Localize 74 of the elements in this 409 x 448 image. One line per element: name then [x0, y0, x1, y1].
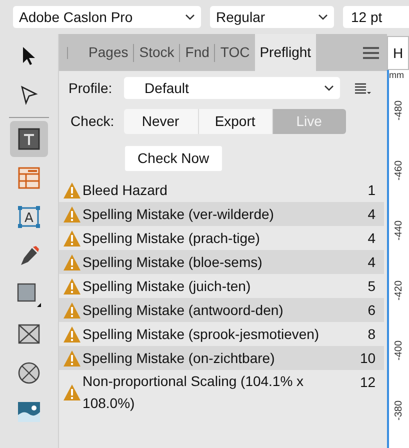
warning-icon: [62, 384, 81, 400]
issue-text: Bleed Hazard: [82, 181, 168, 200]
warning-icon: [62, 230, 81, 246]
issue-count: 5: [368, 277, 376, 296]
issue-row[interactable]: Spelling Mistake (on-zichtbare) 10: [58, 346, 384, 370]
list-options-icon[interactable]: [354, 82, 371, 94]
issue-count: 6: [368, 301, 376, 320]
issue-count: 12: [360, 373, 376, 392]
issue-row[interactable]: Spelling Mistake (prach-tige) 4: [58, 226, 384, 250]
check-now-button[interactable]: Check Now: [124, 146, 222, 171]
issue-row[interactable]: Spelling Mistake (juich-ten) 5: [58, 274, 384, 298]
profile-label: Profile:: [68, 78, 114, 98]
frame-text-icon: A: [18, 206, 40, 228]
issue-count: 8: [368, 325, 376, 344]
issue-row[interactable]: Spelling Mistake (bloe-sems) 4: [58, 250, 384, 274]
issue-count: 4: [368, 253, 376, 272]
issue-count: 4: [368, 229, 376, 248]
issue-row[interactable]: Non-proportional Scaling (104.1% x 108.0%) 12: [58, 370, 384, 414]
issue-text: Spelling Mistake (prach-tige): [82, 229, 261, 248]
issue-row[interactable]: Bleed Hazard 1: [58, 178, 384, 202]
issue-text: Spelling Mistake (juich-ten): [82, 277, 252, 296]
font-style-dropdown[interactable]: Regular: [210, 6, 334, 28]
crossed-frame-icon: [18, 324, 40, 344]
warning-icon: [62, 302, 81, 318]
rectangle-icon: [16, 283, 41, 307]
ruler-label: -460: [392, 160, 406, 180]
ruler-label: -440: [392, 220, 406, 240]
panel-tab[interactable]: TOC: [215, 34, 255, 71]
warning-icon: [62, 182, 81, 198]
image-icon: [18, 402, 40, 422]
font-size-field[interactable]: 12 pt: [343, 6, 409, 28]
warning-icon: [62, 350, 81, 366]
issue-text: Spelling Mistake (antwoord-den): [82, 301, 284, 320]
check-label: Check:: [70, 112, 116, 131]
issue-count: 1: [368, 181, 376, 200]
menu-icon[interactable]: [362, 46, 379, 60]
tool-button[interactable]: [10, 121, 48, 157]
tool-button[interactable]: A: [10, 199, 48, 235]
panel-tab[interactable]: Stock: [134, 34, 180, 71]
issue-count: 4: [368, 205, 376, 224]
issue-row[interactable]: Spelling Mistake (sprook-jesmotieven) 8: [58, 322, 384, 346]
ruler-label: -400: [392, 340, 406, 360]
font-family-dropdown[interactable]: Adobe Caslon Pro: [13, 6, 201, 28]
check-mode-option[interactable]: Never: [124, 109, 198, 134]
issue-count: 10: [360, 349, 376, 368]
document-tab[interactable]: H: [386, 36, 409, 70]
text-tool-icon: [18, 128, 40, 150]
issue-text: Spelling Mistake (ver-wilderde): [82, 205, 275, 224]
chevron-down-icon: [185, 14, 195, 20]
issue-row[interactable]: Spelling Mistake (ver-wilderde) 4: [58, 202, 384, 226]
chevron-down-icon: [324, 85, 334, 91]
warning-icon: [62, 206, 81, 222]
chevron-down-icon: [318, 14, 328, 20]
pointer-icon: [20, 46, 37, 66]
warning-icon: [62, 278, 81, 294]
warning-icon: [62, 326, 81, 342]
panel-tab[interactable]: Preflight: [254, 34, 316, 71]
crossed-circle-icon: [18, 362, 40, 384]
issue-row[interactable]: Spelling Mistake (antwoord-den) 6: [58, 298, 384, 322]
ruler-label: -380: [392, 400, 406, 420]
warning-icon: [62, 254, 81, 270]
issue-text: Non-proportional Scaling (104.1% x 108.0%): [82, 372, 305, 413]
table-icon: [18, 167, 40, 189]
issue-text: Spelling Mistake (bloe-sems): [82, 253, 264, 272]
profile-dropdown[interactable]: Default: [124, 77, 340, 99]
issue-text: Spelling Mistake (sprook-jesmotieven): [82, 325, 320, 344]
check-mode-option[interactable]: Export: [198, 109, 272, 134]
panel-tab[interactable]: Fnd: [180, 34, 214, 71]
outline-pointer-icon: [20, 85, 38, 105]
panel-tab[interactable]: Pages: [84, 34, 134, 71]
ruler-label: -480: [392, 100, 406, 120]
ruler-label: -420: [392, 280, 406, 300]
ruler-unit: mm: [388, 70, 404, 80]
issue-text: Spelling Mistake (on-zichtbare): [82, 349, 276, 368]
